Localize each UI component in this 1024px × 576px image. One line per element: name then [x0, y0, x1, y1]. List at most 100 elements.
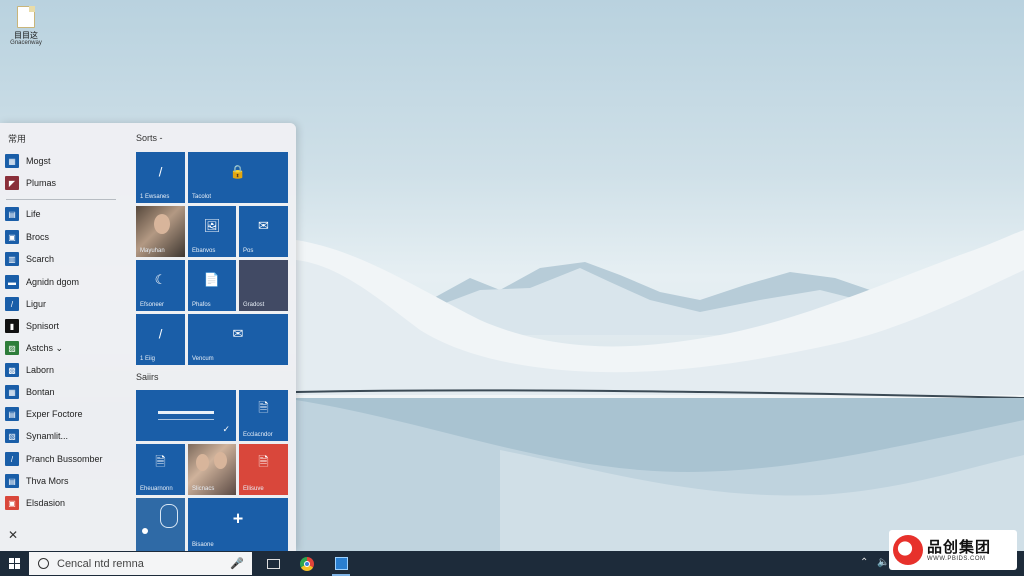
tile-label: Bisaone [192, 542, 214, 548]
app-icon: ▬ [5, 275, 19, 289]
app-list-divider [6, 199, 116, 200]
tile-label: Efsoneer [140, 302, 165, 308]
taskbar-chrome-button[interactable] [292, 551, 322, 576]
close-icon[interactable]: ✕ [8, 528, 18, 542]
app-item-mogst[interactable]: ▦ Mogst [5, 153, 51, 169]
document-icon: 📄 [203, 272, 221, 288]
tile-label: 1 Ewsanes [140, 194, 170, 200]
tile-12[interactable]: 🗎 Ecclacndor [239, 390, 288, 441]
app-label: Life [26, 209, 41, 219]
document-icon: 🗎 [258, 400, 269, 416]
app-item-life[interactable]: ▤ Life [5, 206, 41, 222]
tile-settings-sliders[interactable]: ✓ [136, 390, 236, 441]
app-item-plumas[interactable]: ◤ Plumas [5, 175, 56, 191]
document-icon: 🗎 [258, 454, 269, 470]
app-label: Spnisort [26, 321, 60, 331]
tile-4[interactable]: 🖼 Ebanvos [188, 206, 236, 257]
tile-15[interactable]: 🗎 Ellisuve [239, 444, 288, 495]
person-face [196, 454, 209, 471]
task-view-button[interactable] [258, 551, 288, 576]
start-menu: 常用 ▦ Mogst ◤ Plumas ▤ Life ▣ Brocs ▥ Scarch… [0, 123, 296, 551]
dot-icon [142, 528, 148, 534]
tile-8[interactable]: Gradost [239, 260, 288, 311]
moon-icon: ☾ [154, 272, 167, 288]
tile-add[interactable]: + Bisaone [188, 498, 288, 551]
search-input[interactable]: Cencal ntd remna [57, 558, 230, 570]
tile-photo-person[interactable]: Mayuhan [136, 206, 185, 257]
tile-13[interactable]: 🗎 Eheuarnonn [136, 444, 185, 495]
speaker-icon[interactable]: 🔈 [877, 557, 889, 568]
app-label: Astchs ⌄ [26, 342, 64, 353]
app-item-scarch[interactable]: ▥ Scarch [5, 251, 54, 267]
app-item-spnisort[interactable]: ▮ Spnisort [5, 318, 59, 334]
app-item-brocs[interactable]: ▣ Brocs [5, 229, 49, 245]
tile-5[interactable]: ✉ Pos [239, 206, 288, 257]
chrome-icon [300, 556, 314, 571]
app-label: Thva Mors [26, 476, 69, 486]
person-face [154, 214, 170, 234]
store-icon [334, 557, 348, 570]
check-icon: ✓ [222, 424, 230, 434]
app-icon: ▩ [5, 363, 19, 377]
tile-1[interactable]: / 1 Ewsanes [136, 152, 185, 203]
chevron-up-icon[interactable]: ⌃ [860, 557, 868, 568]
app-label: Agnidn dgom [26, 277, 80, 287]
app-item-laborn[interactable]: ▩ Laborn [5, 362, 54, 378]
app-item-astchs[interactable]: ▨ Astchs ⌄ [5, 340, 63, 356]
desktop-file-subtitle: Gnacenway [10, 40, 42, 46]
brand-name: 品创集团 [927, 538, 992, 556]
start-button[interactable] [0, 551, 28, 576]
tile-label: Gradost [243, 302, 265, 308]
app-label: Laborn [26, 365, 55, 375]
tile-label: Ebanvos [192, 248, 216, 254]
app-label: Pranch Bussomber [26, 454, 103, 464]
app-label: Exper Foctore [26, 409, 83, 419]
tile-label: Slicnacs [192, 486, 215, 492]
tile-9[interactable]: / 1 Eiig [136, 314, 185, 365]
mail-icon: ✉ [258, 218, 269, 234]
app-item-ligur[interactable]: / Ligur [5, 296, 46, 312]
app-icon: / [5, 297, 19, 311]
tile-16[interactable] [136, 498, 185, 551]
desktop-file-icon[interactable]: 目目这 Gnacenway [6, 6, 46, 46]
app-item-elsdasion[interactable]: ▣ Elsdasion [5, 495, 65, 511]
app-item-synamlit[interactable]: ▧ Synamlit... [5, 428, 68, 444]
picture-icon: 🖼 [203, 218, 221, 234]
tile-label: Mayuhan [140, 248, 165, 254]
hand-icon [160, 504, 178, 528]
microphone-icon[interactable]: 🎤 [230, 557, 244, 570]
slider-track [158, 419, 214, 420]
pen-icon: / [158, 326, 163, 342]
tile-7[interactable]: 📄 Phafos [188, 260, 236, 311]
brand-url: WWW.PBIDS.COM [927, 555, 986, 562]
app-icon: ▮ [5, 319, 19, 333]
desktop-file-name: 目目这 [14, 31, 38, 40]
windows-icon [8, 558, 20, 569]
document-icon: 🗎 [155, 454, 166, 470]
app-item-bontan[interactable]: ▦ Bontan [5, 384, 55, 400]
app-item-thva-mors[interactable]: ▤ Thva Mors [5, 473, 69, 489]
app-list-header: 常用 [8, 134, 27, 144]
app-icon: ▥ [5, 252, 19, 266]
tile-label: Vencum [192, 356, 214, 362]
app-icon: ▨ [5, 341, 19, 355]
app-icon: ◤ [5, 176, 19, 190]
tile-label: Phafos [192, 302, 211, 308]
app-item-pranch[interactable]: / Pranch Bussomber [5, 451, 103, 467]
mail-icon: ✉ [232, 326, 244, 342]
app-item-agnidn[interactable]: ▬ Agnidn dgom [5, 274, 79, 290]
app-icon: ▣ [5, 230, 19, 244]
tile-label: Ecclacndor [243, 432, 273, 438]
tile-2[interactable]: 🔒 Tacolot [188, 152, 288, 203]
tile-photo-people[interactable]: Slicnacs [188, 444, 236, 495]
app-label: Plumas [26, 178, 57, 188]
taskbar-search-box[interactable]: Cencal ntd remna 🎤 [29, 552, 252, 575]
taskbar-store-button[interactable] [326, 551, 356, 576]
app-label: Bontan [26, 387, 55, 397]
tile-label: Tacolot [192, 194, 212, 200]
task-view-icon [266, 558, 280, 569]
tile-6[interactable]: ☾ Efsoneer [136, 260, 185, 311]
app-item-exper-foctore[interactable]: ▤ Exper Foctore [5, 406, 83, 422]
tile-10[interactable]: ✉ Vencum [188, 314, 288, 365]
app-label: Mogst [26, 156, 51, 166]
